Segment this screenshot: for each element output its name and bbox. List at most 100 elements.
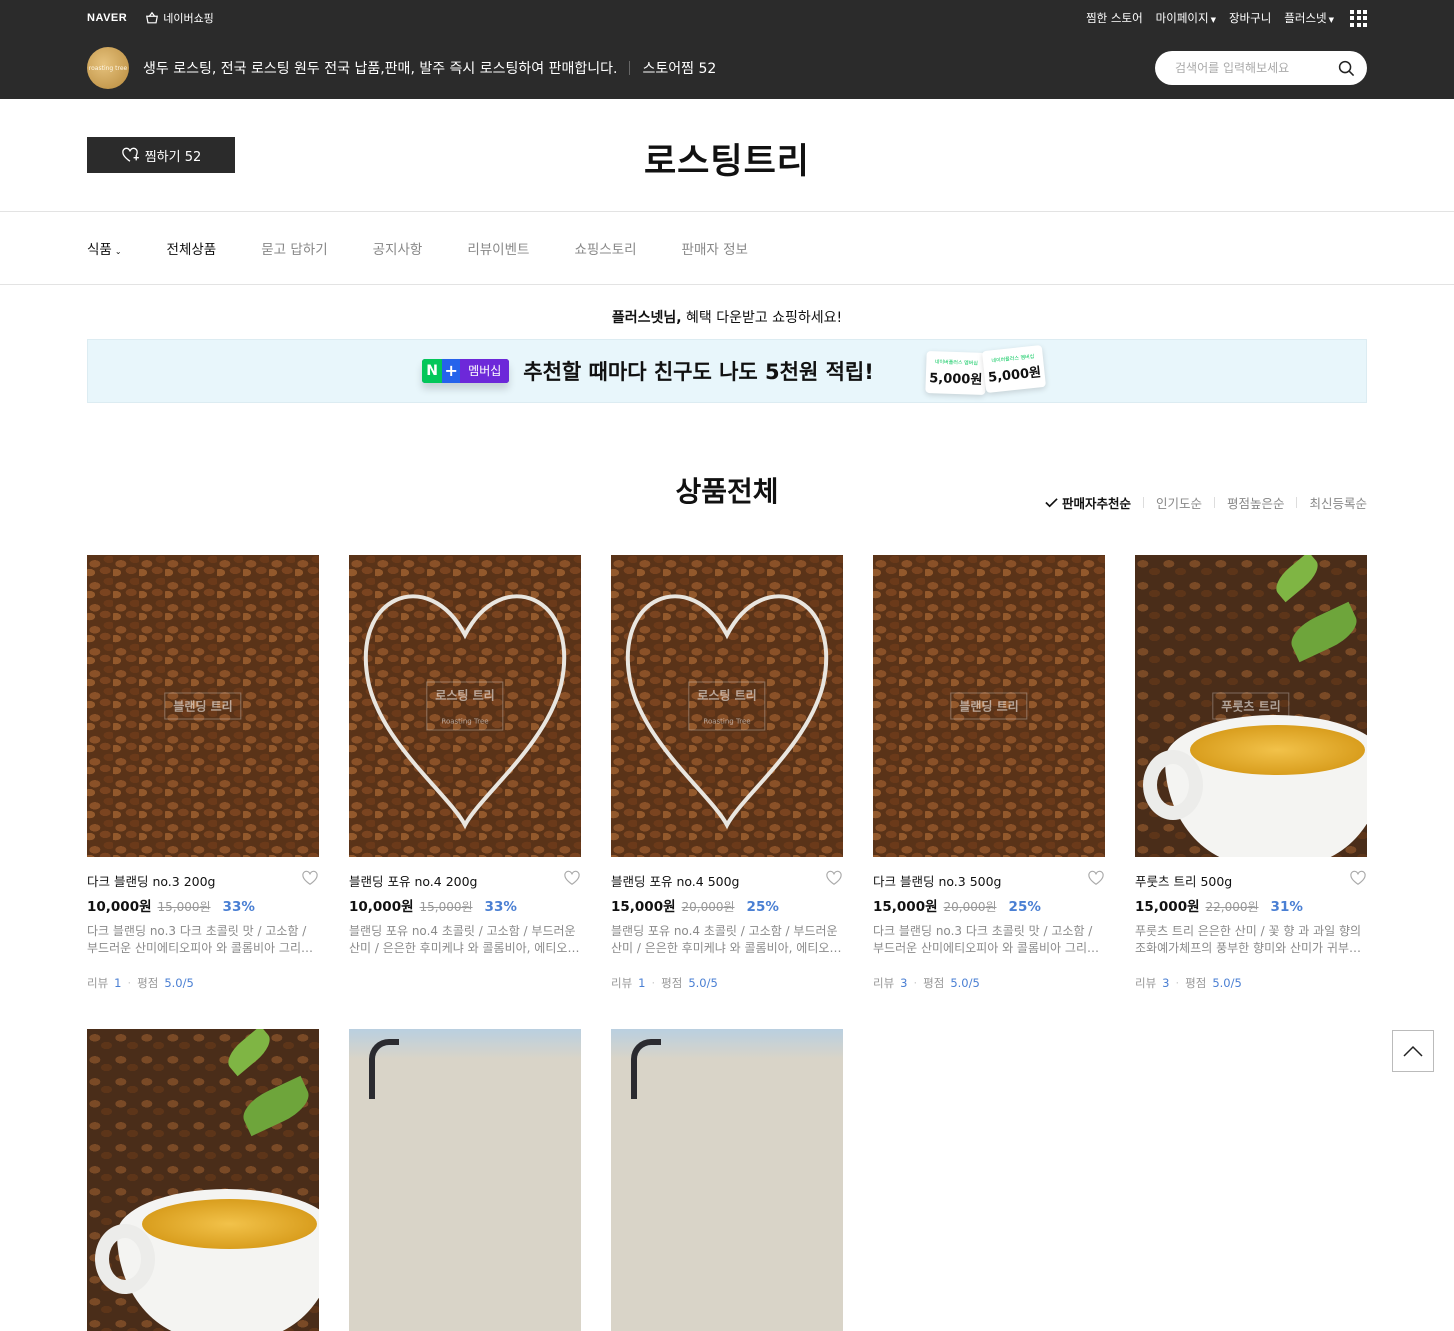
rating-max: /5 xyxy=(1230,976,1242,990)
divider xyxy=(1213,497,1215,508)
category-tab[interactable]: 판매자 정보 xyxy=(682,238,748,258)
sale-price: 10,000원 xyxy=(87,899,152,915)
product-image[interactable]: 블랜딩 트리 xyxy=(873,555,1105,857)
apps-grid-icon[interactable] xyxy=(1350,9,1367,27)
product-image[interactable]: 블랜딩 트리 xyxy=(87,555,319,857)
gnb-item[interactable]: 찜한 스토어 xyxy=(1086,10,1143,26)
rating-label: 평점 xyxy=(923,976,945,990)
product-card[interactable]: 로스팅 트리 Roasting Tree 블랜딩 포유 no.4 200g 10,00… xyxy=(349,555,581,991)
review-count: 1 xyxy=(638,976,646,990)
search-icon[interactable] xyxy=(1338,60,1355,77)
gnb-item[interactable]: 플러스넷 ▼ xyxy=(1284,10,1334,26)
gnb-item-label: 마이페이지 xyxy=(1155,11,1209,25)
rating-score: 5.0 xyxy=(1212,976,1231,990)
product-card[interactable]: 로스팅 트리 Roasting Tree 블랜딩 포유 no.4 500g 15,00… xyxy=(611,555,843,991)
product-description: 푸룻츠 트리 은은한 산미 / 꽃 향 과 과일 향의 조화예가체프의 풍부한 … xyxy=(1135,924,1362,955)
image-watermark: 로스팅 트리 Roasting Tree xyxy=(688,681,766,731)
product-name[interactable]: 다크 블랜딩 no.3 200g xyxy=(87,871,319,890)
chevron-down-icon: ⌄ xyxy=(114,247,122,256)
heart-icon[interactable] xyxy=(563,870,581,886)
category-tab[interactable]: 식품 ⌄ xyxy=(87,238,122,258)
sort-option-label: 평점높은순 xyxy=(1226,496,1285,511)
rating-value: 5.0/5 xyxy=(950,976,980,990)
benefit-message: 플러스넷님, 혜택 다운받고 쇼핑하세요! xyxy=(0,307,1454,327)
category-tab-label: 쇼핑스토리 xyxy=(574,242,637,258)
rating-value: 5.0/5 xyxy=(688,976,718,990)
coupon-illustration: 네이버플러스 멤버십 5,000원 네이버플러스 멤버십 5,000원 xyxy=(922,342,1062,400)
review-label: 리뷰 xyxy=(1135,976,1157,990)
category-tab[interactable]: 공지사항 xyxy=(373,238,423,258)
product-name[interactable]: 다크 블랜딩 no.3 500g xyxy=(873,871,1105,890)
membership-banner-content: N + 멤버십 추천할 때마다 친구도 나도 5천원 적립! 네이버플러스 멤버… xyxy=(422,342,1062,400)
separator-dot: · xyxy=(1175,976,1180,990)
search-input[interactable] xyxy=(1175,61,1338,75)
heart-icon[interactable] xyxy=(825,870,843,886)
store-favorites-count[interactable]: 스토어찜 52 xyxy=(642,58,716,78)
sort-option[interactable]: 최신등록순 xyxy=(1309,493,1367,512)
product-image[interactable]: 로스팅 트리 Roasting Tree xyxy=(611,555,843,857)
category-tab-label: 판매자 정보 xyxy=(681,242,748,258)
product-description: 블랜딩 포유 no.4 초콜릿 / 고소함 / 부드러운 산미 / 은은한 후미… xyxy=(349,924,579,955)
watermark-text: 로스팅 트리 xyxy=(435,688,495,703)
discount-rate: 25% xyxy=(746,899,779,915)
image-watermark: 로스팅 트리 Roasting Tree xyxy=(426,681,504,731)
scroll-to-top-button[interactable] xyxy=(1392,1030,1434,1072)
sort-option[interactable]: 평점높은순 xyxy=(1227,493,1285,512)
product-name[interactable]: 블랜딩 포유 no.4 500g xyxy=(611,871,843,890)
original-price: 15,000원 xyxy=(157,900,211,914)
cup-leaf-shape xyxy=(237,1075,315,1137)
product-card[interactable] xyxy=(87,1029,319,1331)
global-nav-right: 찜한 스토어 마이페이지 ▼ 장바구니 플러스넷 ▼ xyxy=(1086,9,1367,27)
discount-rate: 33% xyxy=(222,899,255,915)
sort-option-label: 판매자추천순 xyxy=(1061,496,1131,511)
naver-plus-membership-badge: N + 멤버십 xyxy=(422,359,510,383)
review-count: 3 xyxy=(1162,976,1170,990)
coupon-caption: 네이버플러스 멤버십 xyxy=(934,359,978,367)
product-card[interactable]: 블랜딩 트리 다크 블랜딩 no.3 500g 15,000원 20,000원 25% 다… xyxy=(873,555,1105,991)
membership-label: 멤버십 xyxy=(460,359,510,383)
product-image[interactable] xyxy=(611,1029,843,1331)
heart-icon[interactable] xyxy=(1349,870,1367,886)
store-logo[interactable]: roasting tree xyxy=(87,47,129,89)
product-description: 다크 블랜딩 no.3 다크 초콜릿 맛 / 고소함 / 부드러운 산미에티오피… xyxy=(87,924,313,955)
naver-shopping-link[interactable]: 네이버쇼핑 xyxy=(145,10,214,26)
product-name[interactable]: 푸룻츠 트리 500g xyxy=(1135,871,1367,890)
category-tab[interactable]: 리뷰이벤트 xyxy=(467,238,529,258)
watermark-subtext: Roasting Tree xyxy=(441,717,489,726)
plus-icon: + xyxy=(442,359,461,383)
category-tab[interactable]: 전체상품 xyxy=(167,238,217,258)
sort-option[interactable]: 판매자추천순 xyxy=(1045,493,1131,512)
rating-value: 5.0/5 xyxy=(1212,976,1242,990)
membership-banner[interactable]: N + 멤버십 추천할 때마다 친구도 나도 5천원 적립! 네이버플러스 멤버… xyxy=(87,339,1367,403)
product-image[interactable]: 로스팅 트리 Roasting Tree xyxy=(349,555,581,857)
product-card[interactable] xyxy=(349,1029,581,1331)
gnb-item[interactable]: 장바구니 xyxy=(1229,10,1271,26)
cup-handle-shape xyxy=(95,1224,155,1294)
watermark-text: 블랜딩 트리 xyxy=(173,699,233,714)
rating-max: /5 xyxy=(182,976,194,990)
product-image[interactable] xyxy=(349,1029,581,1331)
product-card[interactable]: 푸룻츠 트리 푸룻츠 트리 500g 15,000원 22,000원 31% 푸룻츠 트리… xyxy=(1135,555,1367,991)
product-image[interactable] xyxy=(87,1029,319,1331)
gnb-item[interactable]: 마이페이지 ▼ xyxy=(1156,10,1216,26)
product-image[interactable]: 푸룻츠 트리 xyxy=(1135,555,1367,857)
price-row: 15,000원 20,000원 25% xyxy=(611,895,843,915)
image-watermark: 푸룻츠 트리 xyxy=(1212,692,1290,720)
category-tab-label: 공지사항 xyxy=(372,242,423,258)
review-meta: 리뷰 3 · 평점 5.0/5 xyxy=(873,975,1105,991)
product-card[interactable] xyxy=(611,1029,843,1331)
naver-logo[interactable]: NAVER xyxy=(87,12,127,24)
product-grid: 블랜딩 트리다크 블랜딩 no.3 200g 10,000원 15,000원 33% 다… xyxy=(87,555,1367,1331)
product-card[interactable]: 블랜딩 트리다크 블랜딩 no.3 200g 10,000원 15,000원 33% 다… xyxy=(87,555,319,991)
category-tab[interactable]: 쇼핑스토리 xyxy=(574,238,636,258)
product-name[interactable]: 블랜딩 포유 no.4 200g xyxy=(349,871,581,890)
heart-icon[interactable] xyxy=(301,870,319,886)
store-top-header: NAVER 네이버쇼핑 찜한 스토어 마이페이지 ▼ 장바구니 플러스넷 ▼ roasti… xyxy=(0,0,1454,99)
sort-option[interactable]: 인기도순 xyxy=(1156,493,1202,512)
cup-coffee-shape xyxy=(142,1199,317,1249)
sale-price: 15,000원 xyxy=(611,899,676,915)
caret-down-icon: ▼ xyxy=(1328,16,1334,24)
category-tab[interactable]: 묻고 답하기 xyxy=(261,238,327,258)
search-box[interactable] xyxy=(1155,51,1367,85)
heart-icon[interactable] xyxy=(1087,870,1105,886)
